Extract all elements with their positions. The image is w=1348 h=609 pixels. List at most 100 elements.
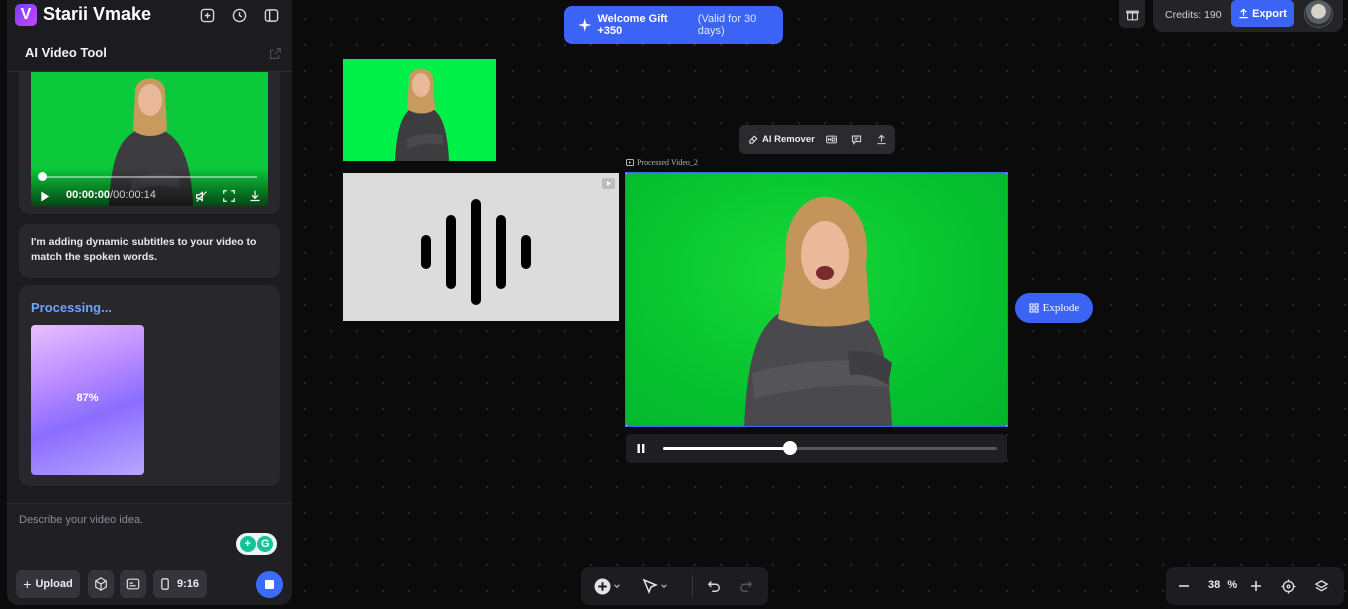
image-settings-button[interactable] xyxy=(120,570,146,598)
prompt-area: Describe your video idea. + G + Upload 9… xyxy=(7,503,292,605)
playback-progress-fill xyxy=(663,447,790,450)
zoom-out-icon[interactable] xyxy=(1174,576,1194,596)
canvas-image-thumbnail[interactable] xyxy=(343,59,496,161)
stop-button[interactable] xyxy=(256,571,283,598)
aspect-ratio-button[interactable]: 9:16 xyxy=(153,570,207,598)
processing-title: Processing... xyxy=(31,300,112,315)
person-figure xyxy=(395,68,449,161)
sidebar-header: V Starii Vmake xyxy=(7,0,292,32)
welcome-gift-label: Welcome Gift +350 xyxy=(597,13,668,37)
video-type-icon xyxy=(602,178,615,189)
zoom-controls: 38 % xyxy=(1166,567,1344,605)
video-current-time: 00:00:00 xyxy=(66,189,111,201)
credits-label: Credits: 190 xyxy=(1165,9,1222,21)
chevron-down-icon xyxy=(661,584,667,589)
prompt-input[interactable]: Describe your video idea. xyxy=(19,514,143,526)
layers-icon[interactable] xyxy=(1311,576,1331,596)
user-avatar[interactable] xyxy=(1304,0,1333,28)
hd-enhance-icon[interactable] xyxy=(825,133,839,147)
cube-icon xyxy=(95,577,107,591)
tool-title-row: AI Video Tool xyxy=(7,34,292,72)
audio-clip-card[interactable] xyxy=(343,173,619,321)
app-logo: V xyxy=(15,4,37,26)
sidebar: V Starii Vmake AI Video Tool 00:00:00/00… xyxy=(7,0,292,605)
phone-icon xyxy=(161,578,169,590)
image-settings-icon xyxy=(126,578,140,590)
select-tool-button[interactable] xyxy=(642,576,668,596)
undo-icon xyxy=(707,581,720,592)
download-icon[interactable] xyxy=(245,186,265,206)
plus-icon: + xyxy=(23,576,32,592)
video-clip-icon xyxy=(626,159,634,166)
video-duration: /00:00:14 xyxy=(110,189,156,201)
play-icon[interactable] xyxy=(35,186,55,206)
eraser-icon xyxy=(749,135,758,144)
external-link-icon[interactable] xyxy=(265,43,285,63)
undo-button[interactable] xyxy=(707,576,721,596)
share-upload-icon[interactable] xyxy=(875,133,889,147)
grammarly-badge[interactable]: + G xyxy=(236,533,277,555)
zoom-value: 38 xyxy=(1208,579,1221,591)
video-clip-label: Processed Video_2 xyxy=(626,158,698,167)
aspect-ratio-label: 9:16 xyxy=(176,578,200,590)
export-label: Export xyxy=(1252,7,1287,20)
new-project-icon[interactable] xyxy=(197,5,217,25)
ai-remover-label: AI Remover xyxy=(762,134,815,145)
account-panel: Credits: 190 Export xyxy=(1153,0,1343,32)
upload-button[interactable]: + Upload xyxy=(16,570,80,598)
export-button[interactable]: Export xyxy=(1231,0,1294,27)
processing-card: Processing... 87% xyxy=(19,285,280,486)
tool-title: AI Video Tool xyxy=(25,45,107,60)
zoom-unit: % xyxy=(1227,579,1238,591)
video-clip-name: Processed Video_2 xyxy=(637,158,698,167)
recenter-icon[interactable] xyxy=(1278,576,1298,596)
audio-waveform-icon xyxy=(421,199,531,305)
explode-button[interactable]: Explode xyxy=(1015,293,1093,323)
video-player-bar xyxy=(626,434,1007,463)
sparkle-icon xyxy=(578,18,592,32)
video-time: 00:00:00/00:00:14 xyxy=(66,189,156,201)
collapse-panel-icon[interactable] xyxy=(261,5,281,25)
upload-label: Upload xyxy=(35,578,73,590)
explode-icon xyxy=(1029,303,1039,313)
toolbar-divider xyxy=(692,575,693,597)
welcome-gift-note: (Valid for 30 days) xyxy=(697,13,757,37)
mute-icon[interactable] xyxy=(191,186,211,206)
video-seek-track[interactable] xyxy=(41,176,257,178)
resize-handle-tl[interactable] xyxy=(626,173,628,175)
video-seek-knob[interactable] xyxy=(38,172,47,181)
canvas-tools xyxy=(581,567,768,605)
fullscreen-icon[interactable] xyxy=(219,186,239,206)
playback-seek-knob[interactable] xyxy=(782,441,797,455)
model-3d-button[interactable] xyxy=(88,570,114,598)
history-icon[interactable] xyxy=(229,5,249,25)
app-brand: Starii Vmake xyxy=(43,4,152,24)
stop-icon xyxy=(265,580,274,589)
gift-icon xyxy=(1125,10,1139,20)
person-figure xyxy=(744,196,892,426)
upload-icon xyxy=(1239,8,1248,19)
pause-icon[interactable] xyxy=(631,438,651,458)
add-element-button[interactable] xyxy=(594,576,621,596)
processing-percent: 87% xyxy=(76,392,99,404)
zoom-level: 38 % xyxy=(1208,579,1237,591)
cursor-icon xyxy=(642,578,658,594)
zoom-in-icon[interactable] xyxy=(1246,576,1266,596)
gift-button[interactable] xyxy=(1119,0,1145,28)
subtitle-icon[interactable] xyxy=(850,133,864,147)
video-preview-card: 00:00:00/00:00:14 xyxy=(19,72,280,214)
redo-icon xyxy=(740,581,753,592)
explode-label: Explode xyxy=(1042,302,1080,314)
selection-toolbar: AI Remover xyxy=(739,125,895,154)
redo-button[interactable] xyxy=(739,576,753,596)
processing-thumbnail: 87% xyxy=(31,325,144,475)
playback-seek-track[interactable] xyxy=(663,447,997,450)
grammarly-icon: G xyxy=(257,536,274,552)
assistant-message: I'm adding dynamic subtitles to your vid… xyxy=(19,224,280,278)
welcome-gift-button[interactable]: Welcome Gift +350 (Valid for 30 days) xyxy=(564,6,783,44)
add-circle-icon xyxy=(594,578,611,594)
video-preview[interactable]: 00:00:00/00:00:14 xyxy=(31,72,268,206)
processed-video[interactable] xyxy=(625,172,1008,427)
chevron-down-icon xyxy=(614,584,620,589)
ai-remover-button[interactable]: AI Remover xyxy=(748,134,815,145)
